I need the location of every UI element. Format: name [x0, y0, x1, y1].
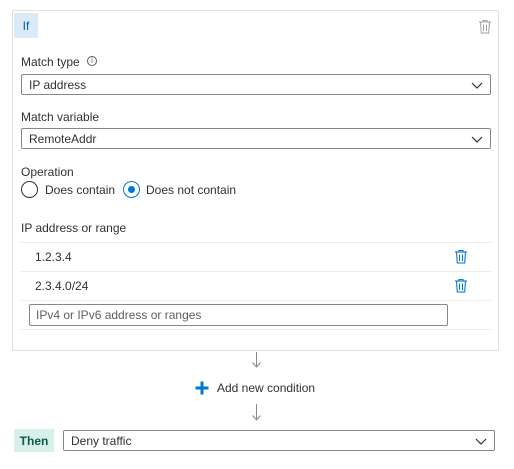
match-type-label: Match type: [21, 55, 80, 69]
then-action-value: Deny traffic: [71, 433, 132, 448]
match-type-value: IP address: [29, 77, 87, 92]
list-divider: [21, 300, 491, 301]
radio-does-contain-label[interactable]: Does contain: [45, 183, 115, 197]
delete-ip-entry-1-button[interactable]: [454, 249, 468, 267]
match-type-dropdown[interactable]: IP address: [21, 74, 491, 95]
arrow-down-icon: [252, 415, 261, 421]
delete-icon: [455, 278, 467, 293]
chevron-down-icon: [475, 438, 487, 445]
list-divider: [21, 242, 491, 243]
operation-label: Operation: [21, 165, 74, 179]
chevron-down-icon: [471, 82, 483, 89]
delete-icon: [455, 249, 467, 264]
ip-entry-2: 2.3.4.0/24: [35, 279, 89, 293]
radio-does-not-contain[interactable]: [123, 181, 140, 198]
add-new-condition-button[interactable]: Add new condition: [195, 380, 315, 396]
arrow-down-icon: [252, 362, 261, 368]
then-action-dropdown[interactable]: Deny traffic: [63, 430, 495, 451]
delete-icon: [479, 20, 491, 34]
add-new-condition-label: Add new condition: [217, 381, 316, 395]
ip-range-input[interactable]: [29, 304, 448, 326]
then-badge: Then: [14, 429, 54, 452]
if-badge: If: [14, 13, 38, 38]
info-icon[interactable]: i: [87, 56, 97, 66]
match-variable-dropdown[interactable]: RemoteAddr: [21, 128, 491, 149]
match-variable-label: Match variable: [21, 110, 100, 124]
plus-icon: [195, 381, 209, 395]
delete-condition-button[interactable]: [478, 19, 492, 37]
radio-does-contain[interactable]: [21, 181, 38, 198]
ip-range-label: IP address or range: [21, 221, 127, 235]
ip-entry-1: 1.2.3.4: [35, 250, 72, 264]
chevron-down-icon: [471, 136, 483, 143]
list-divider: [21, 271, 491, 272]
radio-does-not-contain-label[interactable]: Does not contain: [146, 183, 236, 197]
delete-ip-entry-2-button[interactable]: [454, 278, 468, 296]
list-divider: [21, 329, 491, 330]
match-variable-value: RemoteAddr: [29, 131, 97, 146]
